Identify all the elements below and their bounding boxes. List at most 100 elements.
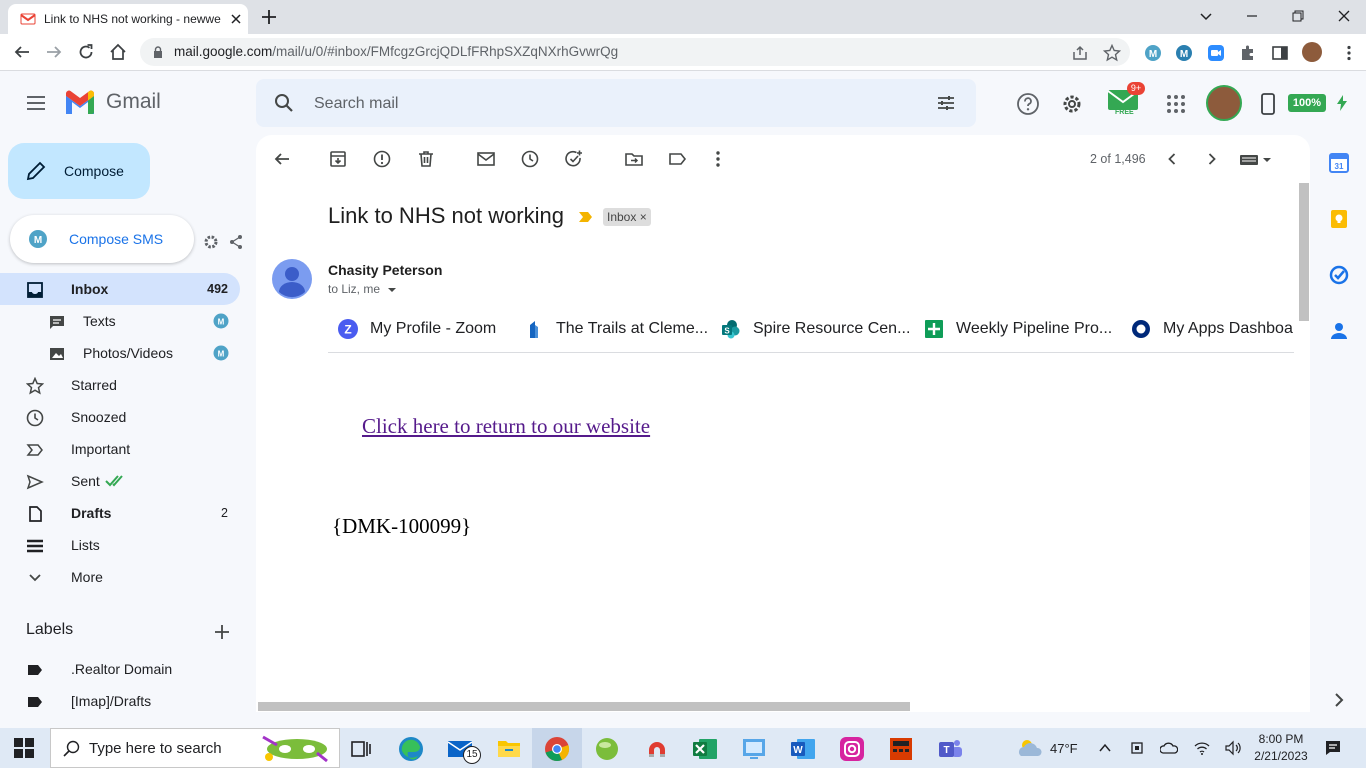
magnet-app-icon[interactable] [644,736,670,762]
window-close-icon[interactable] [1334,6,1354,26]
help-icon[interactable] [1016,92,1040,116]
file-explorer-icon[interactable] [496,736,522,762]
horizontal-scrollbar-thumb[interactable] [258,702,910,711]
newer-message-icon[interactable] [1162,149,1182,169]
wifi-icon[interactable] [1194,740,1210,756]
profile-avatar[interactable] [1302,42,1322,62]
taskbar-clock[interactable]: 8:00 PM 2/21/2023 [1250,731,1312,765]
input-tools-icon[interactable] [1238,152,1274,168]
chrome-menu-icon[interactable] [1340,44,1358,62]
sidebar-item-starred[interactable]: Starred [0,369,240,401]
bookmark-spire-resource-center[interactable]: S Spire Resource Cen... [711,318,911,340]
onedrive-sync-icon[interactable] [1160,740,1178,756]
chevron-down-icon[interactable] [387,285,397,295]
sidebar-item-inbox[interactable]: Inbox 492 [0,273,240,305]
calculator-app-icon[interactable] [888,736,914,762]
add-label-icon[interactable] [212,622,232,642]
contacts-icon[interactable] [1328,320,1350,342]
inbox-label-chip[interactable]: Inbox × [603,208,651,226]
notifications-icon[interactable] [1324,739,1342,757]
volume-icon[interactable] [1224,740,1242,756]
sender-name[interactable]: Chasity Peterson [328,262,442,278]
sidebar-item-snoozed[interactable]: Snoozed [0,401,240,433]
account-avatar[interactable] [1206,85,1242,121]
bookmark-star-icon[interactable] [1103,44,1121,62]
mailtrack-extension-icon[interactable]: 9+ FREE [1106,82,1145,120]
edge-icon[interactable] [398,736,424,762]
chevron-up-icon[interactable] [1097,740,1113,756]
tab-search-icon[interactable] [1196,6,1216,26]
calendar-icon[interactable]: 31 [1328,152,1350,174]
home-icon[interactable] [109,43,127,61]
tasks-icon[interactable] [1328,264,1350,286]
bookmark-zoom-profile[interactable]: Z My Profile - Zoom [328,318,518,340]
tab-close-icon[interactable] [228,11,244,27]
weather-cloud-icon[interactable] [1015,736,1045,760]
search-options-icon[interactable] [936,93,956,113]
extensions-puzzle-icon[interactable] [1239,44,1257,62]
vertical-scrollbar-thumb[interactable] [1299,183,1309,321]
search-input[interactable] [312,91,916,117]
reload-icon[interactable] [77,43,95,61]
more-options-icon[interactable] [708,149,728,169]
search-icon[interactable] [274,93,294,113]
share-icon[interactable] [228,234,244,250]
task-view-icon[interactable] [348,736,374,762]
report-spam-icon[interactable] [372,149,392,169]
sidebar-item-lists[interactable]: Lists [0,529,240,561]
important-marker-icon[interactable] [578,210,594,224]
recipients-summary[interactable]: to Liz, me [328,282,397,296]
sidebar-item-sent[interactable]: Sent [0,465,240,497]
green-orb-app-icon[interactable] [594,736,620,762]
extension-m-icon[interactable]: M [1144,44,1162,62]
restore-icon[interactable] [1288,6,1308,26]
minimize-icon[interactable] [1242,6,1262,26]
remote-desktop-icon[interactable] [741,736,767,762]
sender-avatar[interactable] [272,259,312,299]
gmail-wordmark[interactable]: Gmail [106,90,161,114]
instagram-icon[interactable] [839,736,865,762]
word-icon[interactable]: W [790,736,816,762]
sms-settings-gear-icon[interactable] [203,234,219,250]
bookmark-my-apps-dashboard[interactable]: My Apps Dashboa [1121,318,1294,340]
move-to-icon[interactable] [624,149,644,169]
windows-start-icon[interactable] [14,738,34,758]
device-icon[interactable] [1129,740,1145,756]
zoom-extension-icon[interactable] [1207,44,1225,62]
apps-grid-icon[interactable] [1164,92,1188,116]
labels-icon[interactable] [668,149,688,169]
address-bar[interactable]: mail.google.com/mail/u/0/#inbox/FMfcgzGr… [140,38,1130,66]
extension-m2-icon[interactable]: M [1175,44,1193,62]
sidebar-item-photos-videos[interactable]: Photos/Videos M [0,337,240,369]
bookmark-weekly-pipeline[interactable]: Weekly Pipeline Pro... [914,318,1114,340]
mail-app-icon[interactable]: 15 [447,736,481,764]
sidebar-item-texts[interactable]: Texts M [0,305,240,337]
sidebar-item-important[interactable]: Important [0,433,240,465]
bookmark-trails-at-clemens[interactable]: The Trails at Cleme... [514,318,714,340]
keep-icon[interactable] [1328,208,1350,230]
settings-gear-icon[interactable] [1060,92,1084,116]
excel-icon[interactable] [692,736,718,762]
new-tab-icon[interactable] [260,8,278,26]
sidebar-item-more[interactable]: More [0,561,240,593]
back-to-inbox-icon[interactable] [272,149,292,169]
label-item-imap-drafts[interactable]: [Imap]/Drafts [0,685,240,717]
main-menu-icon[interactable] [26,93,46,113]
sidebar-item-drafts[interactable]: Drafts 2 [0,497,240,529]
forward-icon[interactable] [45,43,63,61]
gmail-logo[interactable] [64,90,96,116]
archive-icon[interactable] [328,149,348,169]
compose-button[interactable]: Compose [8,143,150,199]
browser-tab[interactable]: Link to NHS not working - newwe [8,4,248,34]
snooze-icon[interactable] [520,149,540,169]
share-icon[interactable] [1071,44,1089,62]
return-to-website-link[interactable]: Click here to return to our website [362,414,650,439]
compose-sms-button[interactable]: M Compose SMS [10,215,194,263]
older-message-icon[interactable] [1202,149,1222,169]
show-side-panel-icon[interactable] [1328,689,1350,711]
add-to-tasks-icon[interactable] [564,149,584,169]
delete-icon[interactable] [416,149,436,169]
weather-temperature[interactable]: 47°F [1050,741,1078,756]
mark-unread-icon[interactable] [476,149,496,169]
lock-icon[interactable] [152,46,164,58]
